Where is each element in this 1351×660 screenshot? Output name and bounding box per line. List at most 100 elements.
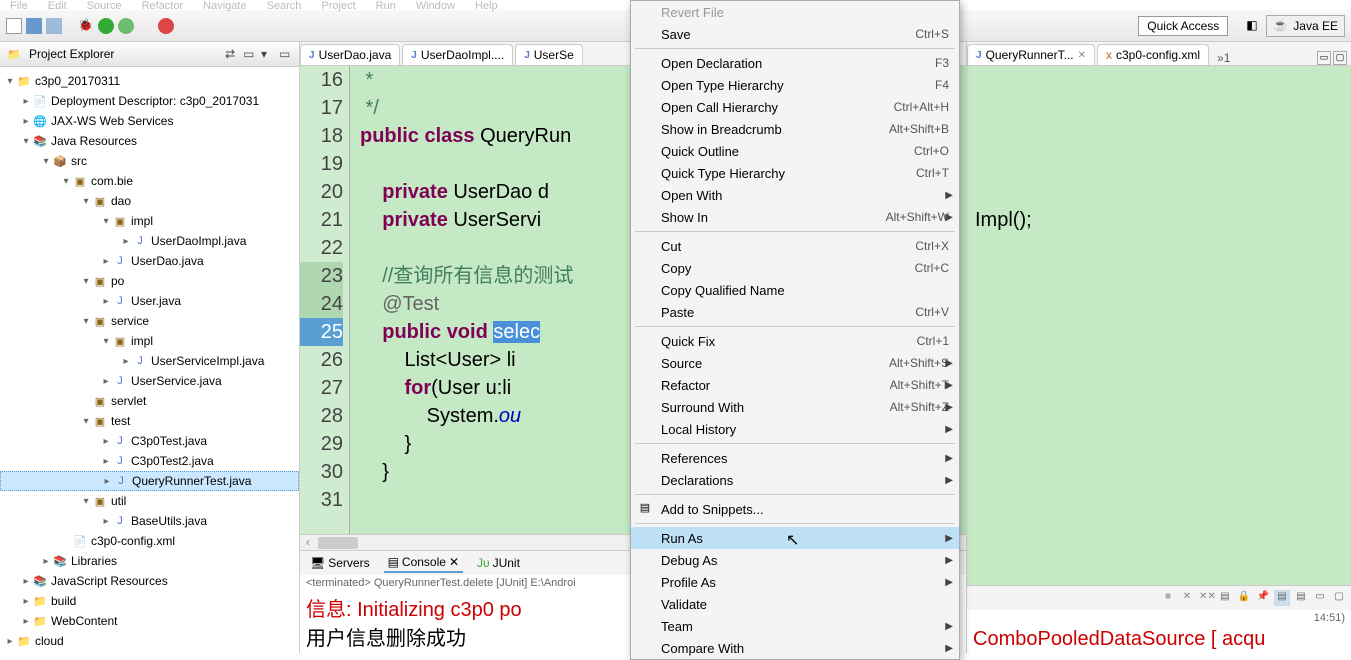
- menu-source[interactable]: SourceAlt+Shift+S▶: [631, 352, 959, 374]
- max-icon[interactable]: ▢: [1331, 590, 1347, 606]
- clear-icon[interactable]: ▤: [1217, 590, 1233, 606]
- menu-open-call-hierarchy[interactable]: Open Call HierarchyCtrl+Alt+H: [631, 96, 959, 118]
- maximize-icon[interactable]: ▢: [1333, 51, 1347, 65]
- tab-console[interactable]: ▤Console✕: [384, 553, 463, 573]
- service-node[interactable]: ▾▣service: [0, 311, 299, 331]
- menu-refactor[interactable]: RefactorAlt+Shift+T▶: [631, 374, 959, 396]
- tab-userdaoimpl[interactable]: JUserDaoImpl....: [402, 44, 513, 65]
- remove-all-icon[interactable]: ✕✕: [1198, 590, 1214, 606]
- link-editor-icon[interactable]: ⇄: [225, 47, 239, 61]
- file-baseutils[interactable]: ▸JBaseUtils.java: [0, 511, 299, 531]
- cloud-node[interactable]: ▸📁cloud: [0, 631, 299, 651]
- menu-help[interactable]: Help: [475, 0, 498, 10]
- menu-show-breadcrumb[interactable]: Show in BreadcrumbAlt+Shift+B: [631, 118, 959, 140]
- file-userserviceimpl[interactable]: ▸JUserServiceImpl.java: [0, 351, 299, 371]
- javares-node[interactable]: ▾📚Java Resources: [0, 131, 299, 151]
- close-icon[interactable]: ✕: [449, 555, 459, 569]
- pin-icon[interactable]: 📌: [1255, 590, 1271, 606]
- tab-servers[interactable]: 🖥Servers: [306, 554, 374, 572]
- menu-references[interactable]: References▶: [631, 447, 959, 469]
- tab-queryrunnertest[interactable]: JQueryRunnerT...✕: [967, 44, 1095, 65]
- collapse-all-icon[interactable]: ▭: [243, 47, 257, 61]
- file-userdaoimpl[interactable]: ▸JUserDaoImpl.java: [0, 231, 299, 251]
- util-node[interactable]: ▾▣util: [0, 491, 299, 511]
- open-console-icon[interactable]: ▤: [1293, 590, 1309, 606]
- menu-quick-outline[interactable]: Quick OutlineCtrl+O: [631, 140, 959, 162]
- file-userdao[interactable]: ▸JUserDao.java: [0, 251, 299, 271]
- menu-quick-fix[interactable]: Quick FixCtrl+1: [631, 330, 959, 352]
- file-c3p0test[interactable]: ▸JC3p0Test.java: [0, 431, 299, 451]
- terminate-icon[interactable]: ■: [1160, 590, 1176, 606]
- menu-save[interactable]: SaveCtrl+S: [631, 23, 959, 45]
- tab-userdao[interactable]: JUserDao.java: [300, 44, 400, 65]
- menu-declarations[interactable]: Declarations▶: [631, 469, 959, 491]
- project-tree[interactable]: ▾📁c3p0_20170311 ▸📄Deployment Descriptor:…: [0, 67, 299, 653]
- file-c3p0test2[interactable]: ▸JC3p0Test2.java: [0, 451, 299, 471]
- webcontent-node[interactable]: ▸📁WebContent: [0, 611, 299, 631]
- project-node[interactable]: ▾📁c3p0_20170311: [0, 71, 299, 91]
- build-node[interactable]: ▸📁build: [0, 591, 299, 611]
- quick-access-field[interactable]: Quick Access: [1138, 16, 1228, 36]
- close-icon[interactable]: ✕: [1078, 50, 1086, 61]
- dao-impl-node[interactable]: ▾▣impl: [0, 211, 299, 231]
- test-node[interactable]: ▾▣test: [0, 411, 299, 431]
- service-impl-node[interactable]: ▾▣impl: [0, 331, 299, 351]
- menu-source[interactable]: Source: [87, 0, 122, 10]
- menu-quick-type-hierarchy[interactable]: Quick Type HierarchyCtrl+T: [631, 162, 959, 184]
- run-last-icon[interactable]: [118, 18, 134, 34]
- menu-team[interactable]: Team▶: [631, 615, 959, 637]
- menu-run[interactable]: Run: [376, 0, 396, 10]
- libraries-node[interactable]: ▸📚Libraries: [0, 551, 299, 571]
- menu-local-history[interactable]: Local History▶: [631, 418, 959, 440]
- menu-copy-qualified[interactable]: Copy Qualified Name: [631, 279, 959, 301]
- ext-tools-icon[interactable]: [158, 18, 174, 34]
- display-icon[interactable]: ▤: [1274, 590, 1290, 606]
- menu-debug-as[interactable]: Debug As▶: [631, 549, 959, 571]
- menu-file[interactable]: File: [10, 0, 28, 10]
- save-icon[interactable]: [26, 18, 42, 34]
- javaee-perspective-button[interactable]: ☕ Java EE: [1266, 15, 1345, 37]
- menu-edit[interactable]: Edit: [48, 0, 67, 10]
- jsres-node[interactable]: ▸📚JavaScript Resources: [0, 571, 299, 591]
- new-icon[interactable]: [6, 18, 22, 34]
- dd-node[interactable]: ▸📄Deployment Descriptor: c3p0_2017031: [0, 91, 299, 111]
- menu-open-type-hierarchy[interactable]: Open Type HierarchyF4: [631, 74, 959, 96]
- menu-surround-with[interactable]: Surround WithAlt+Shift+Z▶: [631, 396, 959, 418]
- menu-profile-as[interactable]: Profile As▶: [631, 571, 959, 593]
- more-tabs[interactable]: »1: [1211, 51, 1236, 65]
- menu-copy[interactable]: CopyCtrl+C: [631, 257, 959, 279]
- min-icon[interactable]: ▭: [1312, 590, 1328, 606]
- dao-node[interactable]: ▾▣dao: [0, 191, 299, 211]
- context-menu[interactable]: Revert File SaveCtrl+S Open DeclarationF…: [630, 0, 960, 660]
- minimize-icon[interactable]: ▭: [279, 47, 293, 61]
- file-queryrunnertest[interactable]: ▸JQueryRunnerTest.java: [0, 471, 299, 491]
- file-user[interactable]: ▸JUser.java: [0, 291, 299, 311]
- menu-validate[interactable]: Validate: [631, 593, 959, 615]
- run-icon[interactable]: [98, 18, 114, 34]
- menu-refactor[interactable]: Refactor: [142, 0, 184, 10]
- po-node[interactable]: ▾▣po: [0, 271, 299, 291]
- menu-add-snippets[interactable]: ▤Add to Snippets...: [631, 498, 959, 520]
- debug-icon[interactable]: 🐞: [78, 18, 94, 34]
- scroll-lock-icon[interactable]: 🔒: [1236, 590, 1252, 606]
- right-code-content[interactable]: Impl();: [967, 66, 1351, 585]
- jaxws-node[interactable]: ▸🌐JAX-WS Web Services: [0, 111, 299, 131]
- file-c3p0config[interactable]: 📄c3p0-config.xml: [0, 531, 299, 551]
- menu-project[interactable]: Project: [321, 0, 355, 10]
- coverage-icon[interactable]: [138, 18, 154, 34]
- open-perspective-icon[interactable]: ◧: [1246, 18, 1262, 34]
- src-node[interactable]: ▾📦src: [0, 151, 299, 171]
- minimize-icon[interactable]: ▭: [1317, 51, 1331, 65]
- pkg-node[interactable]: ▾▣com.bie: [0, 171, 299, 191]
- menu-revert-file[interactable]: Revert File: [631, 1, 959, 23]
- menu-open-declaration[interactable]: Open DeclarationF3: [631, 52, 959, 74]
- servlet-node[interactable]: ▣servlet: [0, 391, 299, 411]
- menu-search[interactable]: Search: [267, 0, 302, 10]
- tab-userse[interactable]: JUserSe: [515, 44, 583, 65]
- menu-navigate[interactable]: Navigate: [203, 0, 246, 10]
- menu-compare-with[interactable]: Compare With▶: [631, 637, 959, 659]
- save-all-icon[interactable]: [46, 18, 62, 34]
- tab-junit[interactable]: JᴜJUnit: [473, 554, 524, 572]
- menu-window[interactable]: Window: [416, 0, 455, 10]
- tab-c3p0config[interactable]: xc3p0-config.xml: [1097, 44, 1209, 65]
